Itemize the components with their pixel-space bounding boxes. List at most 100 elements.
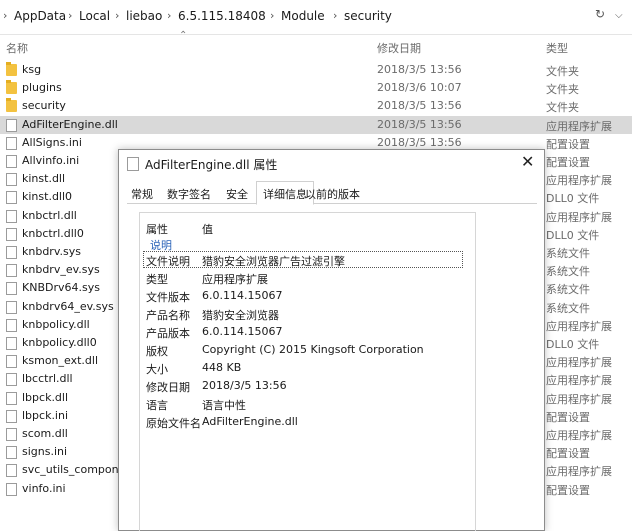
chevron-right-icon[interactable]: › — [68, 9, 72, 22]
file-name: knbpolicy.dll — [22, 317, 90, 331]
file-type: 应用程序扩展 — [546, 119, 612, 133]
file-icon — [6, 355, 17, 369]
file-icon — [6, 464, 17, 478]
breadcrumb-local[interactable]: Local — [79, 9, 110, 23]
file-type: 应用程序扩展 — [546, 374, 612, 388]
tab-previous-versions[interactable]: 以前的版本 — [305, 186, 360, 202]
property-value[interactable]: Copyright (C) 2015 Kingsoft Corporation — [202, 343, 424, 356]
file-row[interactable]: ksg 2018/3/5 13:56 文件夹 — [0, 61, 632, 79]
property-key[interactable]: 文件版本 — [146, 289, 190, 305]
file-icon — [6, 209, 17, 223]
breadcrumb-security[interactable]: security — [344, 9, 392, 23]
file-name: lbpck.dll — [22, 390, 69, 404]
chevron-right-icon[interactable]: › — [115, 9, 119, 22]
header-property[interactable]: 属性 — [146, 221, 168, 237]
property-key[interactable]: 版权 — [146, 343, 168, 359]
file-icon — [6, 373, 17, 387]
tab-bar: 常规 数字签名 安全 详细信息 以前的版本 — [127, 181, 537, 205]
file-row[interactable]: plugins 2018/3/6 10:07 文件夹 — [0, 79, 632, 97]
property-key[interactable]: 文件说明 — [146, 253, 190, 269]
tab-security[interactable]: 安全 — [226, 186, 248, 202]
file-icon — [6, 337, 17, 350]
property-value[interactable]: 448 KB — [202, 361, 241, 374]
file-name: knbpolicy.dll0 — [22, 336, 97, 349]
property-key[interactable]: 产品名称 — [146, 307, 190, 323]
property-value[interactable]: 2018/3/5 13:56 — [202, 379, 287, 392]
file-name: ksmon_ext.dll — [22, 354, 99, 368]
breadcrumb-appdata[interactable]: AppData — [14, 9, 66, 23]
file-name: vinfo.ini — [22, 481, 66, 495]
file-type: 文件夹 — [546, 101, 579, 115]
property-key[interactable]: 原始文件名 — [146, 415, 201, 431]
file-type: 配置设置 — [546, 410, 590, 424]
file-icon — [6, 409, 17, 423]
file-icon — [6, 136, 17, 150]
property-value[interactable]: AdFilterEngine.dll — [202, 415, 298, 428]
chevron-right-icon[interactable]: › — [270, 9, 274, 22]
file-icon — [6, 155, 17, 168]
file-name: scom.dll — [22, 427, 68, 440]
chevron-right-icon: › — [3, 9, 8, 22]
property-key[interactable]: 产品版本 — [146, 325, 190, 341]
property-key[interactable]: 大小 — [146, 361, 168, 377]
file-row[interactable]: AdFilterEngine.dll 2018/3/5 13:56 应用程序扩展 — [0, 115, 632, 134]
file-type: DLL0 文件 — [546, 192, 600, 206]
sort-ascending-icon: ⌃ — [179, 30, 188, 41]
file-date: 2018/3/5 13:56 — [377, 63, 462, 76]
file-type: 应用程序扩展 — [546, 174, 612, 188]
property-value[interactable]: 猎豹安全浏览器广告过滤引擎 — [202, 253, 345, 269]
file-date: 2018/3/5 13:56 — [377, 117, 462, 131]
file-name: knbdrv.sys — [22, 245, 81, 258]
breadcrumb-module[interactable]: Module — [281, 9, 325, 23]
file-name: security — [22, 99, 66, 113]
file-name: kinst.dll — [22, 172, 66, 186]
properties-dialog: AdFilterEngine.dll 属性 ✕ 常规 数字签名 安全 详细信息 … — [118, 149, 545, 531]
details-panel: 属性 值 说明 文件说明 猎豹安全浏览器广告过滤引擎 类型 应用程序扩展 文件版本 6.0… — [139, 212, 476, 531]
property-key[interactable]: 修改日期 — [146, 379, 190, 395]
property-key[interactable]: 类型 — [146, 271, 168, 287]
file-type: 系统文件 — [546, 265, 590, 279]
file-type: 应用程序扩展 — [546, 319, 612, 333]
property-key[interactable]: 语言 — [146, 397, 168, 413]
property-value[interactable]: 6.0.114.15067 — [202, 289, 282, 302]
property-value[interactable]: 猎豹安全浏览器 — [202, 307, 279, 323]
file-icon — [6, 246, 17, 259]
refresh-icon[interactable]: ↻ — [595, 7, 605, 21]
property-value[interactable]: 6.0.114.15067 — [202, 325, 282, 338]
tab-digital-signatures[interactable]: 数字签名 — [167, 186, 211, 202]
file-icon — [6, 227, 17, 241]
file-icon — [6, 428, 17, 441]
file-icon — [6, 118, 17, 132]
column-header-type[interactable]: 类型 — [546, 40, 568, 56]
chevron-down-icon[interactable]: ⌵ — [615, 10, 623, 21]
property-value[interactable]: 语言中性 — [202, 397, 246, 413]
file-icon — [6, 391, 17, 405]
file-type: 应用程序扩展 — [546, 465, 612, 479]
file-name: signs.ini — [22, 445, 68, 459]
file-date: 2018/3/5 13:56 — [377, 99, 462, 113]
column-header-date[interactable]: 修改日期 — [377, 40, 421, 56]
file-name: plugins — [22, 81, 62, 95]
tab-general[interactable]: 常规 — [131, 186, 153, 202]
file-type: 配置设置 — [546, 137, 590, 151]
header-value[interactable]: 值 — [202, 221, 213, 237]
file-row[interactable]: security 2018/3/5 13:56 文件夹 — [0, 97, 632, 115]
file-name: AdFilterEngine.dll — [22, 117, 118, 131]
file-type: 系统文件 — [546, 301, 590, 315]
chevron-right-icon[interactable]: › — [333, 9, 337, 22]
column-header-name[interactable]: 名称 — [6, 40, 28, 56]
file-type: 配置设置 — [546, 447, 590, 461]
file-name: AllSigns.ini — [22, 135, 82, 149]
file-icon — [127, 157, 139, 171]
property-value[interactable]: 应用程序扩展 — [202, 271, 268, 287]
file-name: knbdrv64_ev.sys — [22, 299, 114, 313]
dialog-title: AdFilterEngine.dll 属性 — [145, 158, 278, 172]
file-type: 系统文件 — [546, 283, 590, 297]
chevron-right-icon[interactable]: › — [167, 9, 171, 22]
address-bar[interactable]: › AppData › Local › liebao › 6.5.115.184… — [0, 0, 632, 35]
file-name: knbctrl.dll0 — [22, 226, 84, 240]
file-type: 配置设置 — [546, 156, 590, 169]
close-icon[interactable]: ✕ — [521, 152, 534, 171]
breadcrumb-version[interactable]: 6.5.115.18408 — [178, 9, 266, 23]
breadcrumb-liebao[interactable]: liebao — [126, 9, 162, 23]
